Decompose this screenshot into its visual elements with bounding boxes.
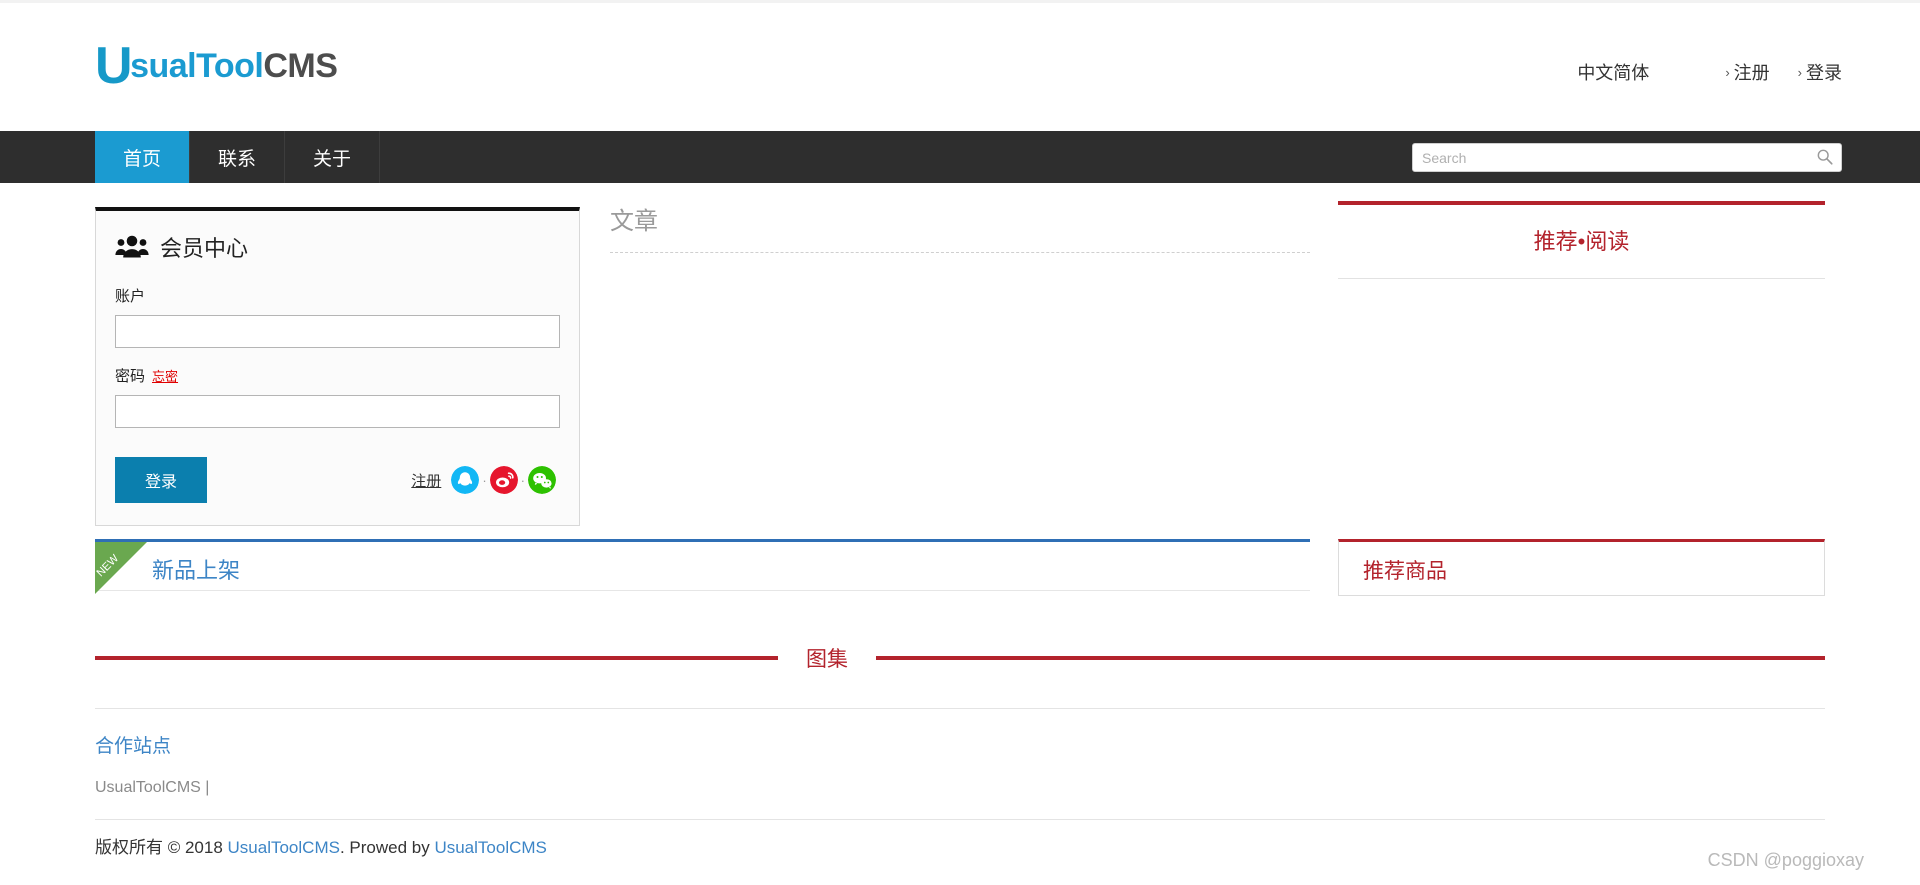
nav-items: 首页 联系 关于 [95, 131, 381, 183]
header-register-link[interactable]: 注册 [1734, 59, 1770, 85]
recommended-reading-section: 推荐•阅读 [1338, 201, 1825, 279]
site-footer: 版权所有 © 2018 UsualToolCMS. Prowed by Usua… [95, 833, 547, 858]
logo-text-cms: CMS [263, 47, 338, 85]
footer-link-usualtoolcms-1[interactable]: UsualToolCMS [228, 838, 340, 857]
search-input[interactable] [1412, 143, 1842, 172]
forgot-password-link[interactable]: 忘密 [152, 366, 178, 385]
chevron-right-icon: › [1725, 64, 1730, 80]
new-arrivals-section: NEW 新品上架 [95, 539, 1310, 594]
social-login-group: 注册 · · [411, 466, 556, 494]
recommended-reading-title: 推荐•阅读 [1338, 205, 1825, 279]
header-login[interactable]: › 登录 [1798, 59, 1842, 85]
header-login-link[interactable]: 登录 [1806, 59, 1842, 85]
login-submit-button[interactable]: 登录 [115, 457, 208, 503]
recommended-products-title: 推荐商品 [1363, 560, 1447, 583]
member-login-panel: 会员中心 账户 密码 忘密 登录 注册 · · [95, 207, 580, 526]
partner-sites-section: 合作站点 UsualToolCMS | [95, 708, 1825, 820]
header-links: 中文简体 › 注册 › 登录 [1577, 59, 1842, 85]
users-icon [115, 235, 149, 258]
qq-icon[interactable] [451, 466, 480, 494]
footer-copyright-prefix: 版权所有 © 2018 [95, 838, 228, 857]
password-label-text: 密码 [115, 368, 146, 385]
account-label: 账户 [115, 285, 560, 306]
article-divider [610, 252, 1310, 253]
footer-link-usualtoolcms-2[interactable]: UsualToolCMS [434, 838, 546, 857]
main-navbar: 首页 联系 关于 [0, 131, 1920, 183]
social-separator: · [520, 472, 525, 488]
header-register[interactable]: › 注册 [1725, 59, 1769, 85]
wechat-icon[interactable] [528, 466, 556, 494]
nav-item-about[interactable]: 关于 [285, 131, 381, 183]
nav-item-contact[interactable]: 联系 [190, 131, 286, 183]
new-ribbon: NEW [95, 542, 147, 594]
nav-item-home[interactable]: 首页 [95, 131, 191, 183]
recommended-reading-box: 推荐•阅读 [1338, 201, 1825, 279]
partner-sites-list: UsualToolCMS | [95, 779, 1825, 820]
partner-sites-title: 合作站点 [95, 736, 172, 757]
account-label-text: 账户 [115, 288, 146, 305]
recommended-products-section: 推荐商品 [1338, 539, 1825, 596]
password-label: 密码 忘密 [115, 365, 560, 386]
login-actions-row: 登录 注册 · · [115, 457, 560, 503]
article-section: 文章 [610, 201, 1310, 253]
article-section-title: 文章 [610, 208, 658, 235]
page-root: UsualToolCMS 中文简体 › 注册 › 登录 首页 联系 关于 Sea… [0, 0, 1920, 885]
gallery-label: 图集 [806, 648, 848, 671]
logo-letter-u: U [95, 37, 133, 95]
csdn-watermark: CSDN @poggioxay [1707, 850, 1864, 870]
site-header: UsualToolCMS 中文简体 › 注册 › 登录 [0, 0, 1920, 131]
weibo-icon[interactable] [489, 466, 518, 494]
site-logo[interactable]: UsualToolCMS [95, 40, 338, 92]
panel-register-link[interactable]: 注册 [411, 470, 441, 491]
password-input[interactable] [115, 395, 560, 428]
new-arrivals-title: 新品上架 [152, 558, 241, 583]
member-center-label: 会员中心 [160, 236, 249, 261]
social-separator: · [482, 472, 487, 488]
gallery-rule-right [876, 656, 1825, 660]
gallery-rule-left [95, 656, 778, 660]
gallery-section: 图集 [95, 643, 1825, 673]
member-center-title: 会员中心 [115, 231, 560, 263]
chevron-right-icon: › [1797, 64, 1802, 80]
footer-middle-text: . Prowed by [339, 838, 435, 857]
language-switch-link[interactable]: 中文简体 [1577, 59, 1649, 85]
search-box [1412, 143, 1842, 172]
logo-text-usualtool: sualTool [130, 47, 264, 85]
account-input[interactable] [115, 315, 560, 348]
